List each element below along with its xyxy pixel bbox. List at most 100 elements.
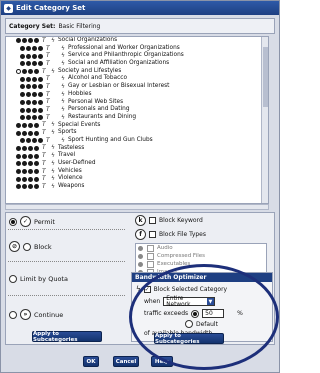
tree-row[interactable]: Tϟ Social Organizations bbox=[6, 37, 268, 45]
tree-row[interactable]: Tϟ Social and Affiliation Organizations bbox=[6, 60, 268, 68]
permit-icon bbox=[16, 169, 21, 175]
network-dropdown[interactable]: Entire Network ▼ bbox=[163, 296, 216, 308]
block-selected-category-checkbox[interactable]: ✓ bbox=[143, 285, 151, 293]
tree-row[interactable]: Tϟ User-Defined bbox=[6, 160, 268, 168]
continue-icon bbox=[38, 115, 43, 121]
tree-rows: Tϟ Social Organizations Tϟ Professional and… bbox=[6, 37, 268, 191]
permit-icon bbox=[20, 61, 25, 67]
tree-row[interactable]: Tϟ Professional and Worker Organizations bbox=[6, 45, 268, 53]
tree-row[interactable]: Tϟ Violence bbox=[6, 175, 268, 183]
keyword-icon: T bbox=[42, 36, 46, 44]
file-types-list[interactable]: AudioCompressed FilesExecutablesImagesVi… bbox=[135, 243, 267, 273]
tree-item-label: Alcohol and Tobacco bbox=[68, 75, 127, 82]
tree-row[interactable]: Tϟ Tasteless bbox=[6, 145, 268, 153]
tree-item-label: Service and Philanthropic Organizations bbox=[68, 52, 184, 59]
block-option[interactable]: ⊘ Block bbox=[9, 241, 52, 252]
tree-row[interactable]: Tϟ Service and Philanthropic Organization… bbox=[6, 52, 268, 60]
file-type-label: Compressed Files bbox=[157, 253, 206, 259]
bandwidth-icon: ϟ bbox=[61, 90, 65, 98]
continue-icon: » bbox=[20, 309, 31, 320]
permit-radio[interactable] bbox=[9, 217, 17, 226]
limit-by-quota-radio[interactable] bbox=[9, 275, 17, 283]
limit-icon bbox=[32, 107, 37, 113]
limit-icon bbox=[32, 61, 37, 67]
tree-row[interactable]: Tϟ Sport Hunting and Gun Clubs bbox=[6, 137, 268, 145]
block-keyword-checkbox[interactable] bbox=[149, 217, 156, 224]
continue-icon bbox=[38, 61, 43, 67]
tree-item-label: Violence bbox=[58, 175, 83, 182]
tree-row[interactable]: Tϟ Weapons bbox=[6, 183, 268, 191]
tree-row[interactable]: Tϟ Personal Web Sites bbox=[6, 99, 268, 107]
file-type-icon bbox=[138, 261, 143, 267]
block-file-types-checkbox[interactable] bbox=[149, 231, 156, 238]
keyword-icon: T bbox=[42, 182, 46, 190]
file-type-item[interactable]: Executables bbox=[136, 260, 266, 268]
category-tree[interactable]: Tϟ Social Organizations Tϟ Professional and… bbox=[5, 36, 269, 204]
action-panel: ✓ Permit ⊘ Block Limit by Quota » Contin… bbox=[5, 212, 275, 345]
file-type-item[interactable]: Audio bbox=[136, 244, 266, 252]
default-radio[interactable] bbox=[185, 320, 193, 328]
tree-item-label: Personal Web Sites bbox=[68, 98, 124, 105]
tree-row[interactable]: Tϟ Gay or Lesbian or Bisexual Interest bbox=[6, 83, 268, 91]
limit-icon bbox=[28, 176, 33, 182]
permit-icon bbox=[16, 153, 21, 159]
keyword-icon: T bbox=[42, 144, 46, 152]
block-icon bbox=[22, 130, 27, 136]
block-icon bbox=[26, 115, 31, 121]
permit-option[interactable]: ✓ Permit bbox=[9, 216, 55, 227]
keyword-icon: T bbox=[46, 106, 50, 114]
tree-row[interactable]: Tϟ Sports bbox=[6, 129, 268, 137]
traffic-value-input[interactable]: 50 bbox=[202, 309, 225, 318]
tree-row[interactable]: Tϟ Society and Lifestyles bbox=[6, 68, 268, 76]
file-type-checkbox[interactable] bbox=[147, 260, 154, 268]
bandwidth-icon: ϟ bbox=[51, 36, 55, 44]
block-file-types-row[interactable]: f Block File Types bbox=[135, 229, 206, 240]
chevron-down-icon[interactable]: ▼ bbox=[206, 298, 215, 305]
bandwidth-icon: ϟ bbox=[61, 44, 65, 52]
permit-icon bbox=[16, 184, 21, 190]
keyword-icon: T bbox=[46, 113, 50, 121]
limit-by-quota-option[interactable]: Limit by Quota bbox=[9, 275, 68, 283]
file-icon: f bbox=[135, 229, 146, 240]
tree-scroll-thumb[interactable] bbox=[263, 47, 268, 107]
options-pane: k Block Keyword f Block File Types Audio… bbox=[131, 213, 274, 344]
limit-icon bbox=[32, 99, 37, 105]
limit-icon bbox=[28, 161, 33, 167]
tree-row[interactable]: Tϟ Personals and Dating bbox=[6, 106, 268, 114]
bandwidth-icon: ϟ bbox=[51, 182, 55, 190]
tree-item-label: Gay or Lesbian or Bisexual Interest bbox=[68, 83, 170, 90]
block-selected-category-row[interactable]: ϟ ✓ Block Selected Category bbox=[136, 285, 227, 293]
block-icon: ⊘ bbox=[9, 241, 20, 252]
tree-row[interactable]: Tϟ Special Events bbox=[6, 122, 268, 130]
continue-radio[interactable] bbox=[9, 310, 17, 319]
file-type-item[interactable]: Compressed Files bbox=[136, 252, 266, 260]
tree-vertical-scrollbar[interactable] bbox=[261, 37, 268, 203]
help-button[interactable]: Help bbox=[151, 356, 173, 367]
continue-option[interactable]: » Continue bbox=[9, 309, 63, 320]
cancel-button[interactable]: Cancel bbox=[113, 356, 139, 367]
limit-icon bbox=[32, 84, 37, 90]
file-type-checkbox[interactable] bbox=[147, 252, 154, 260]
tree-row[interactable]: Tϟ Restaurants and Dining bbox=[6, 114, 268, 122]
tree-row[interactable]: Tϟ Vehicles bbox=[6, 168, 268, 176]
block-radio[interactable] bbox=[23, 242, 31, 251]
file-type-checkbox[interactable] bbox=[147, 244, 154, 252]
tree-row[interactable]: Tϟ Alcohol and Tobacco bbox=[6, 75, 268, 83]
tree-row[interactable]: Tϟ Travel bbox=[6, 152, 268, 160]
tree-row[interactable]: Tϟ Hobbies bbox=[6, 91, 268, 99]
default-row[interactable]: Default bbox=[185, 320, 218, 328]
apply-to-subcategories-left-button[interactable]: Apply to Subcategories bbox=[32, 331, 102, 343]
continue-icon bbox=[38, 76, 43, 82]
permit-icon bbox=[16, 122, 21, 128]
ok-button[interactable]: OK bbox=[83, 356, 99, 367]
apply-to-subcategories-right-button[interactable]: Apply to Subcategories bbox=[154, 333, 224, 345]
custom-value-radio[interactable] bbox=[191, 309, 200, 318]
tree-horizontal-scrollbar[interactable] bbox=[5, 204, 269, 210]
keyword-icon: T bbox=[42, 167, 46, 175]
window-title: Edit Category Set bbox=[16, 4, 86, 12]
default-label: Default bbox=[196, 320, 218, 328]
title-bar: ◆ Edit Category Set bbox=[1, 1, 279, 15]
permit-icon bbox=[20, 99, 25, 105]
block-keyword-row[interactable]: k Block Keyword bbox=[135, 215, 203, 226]
limit-icon bbox=[28, 184, 33, 190]
